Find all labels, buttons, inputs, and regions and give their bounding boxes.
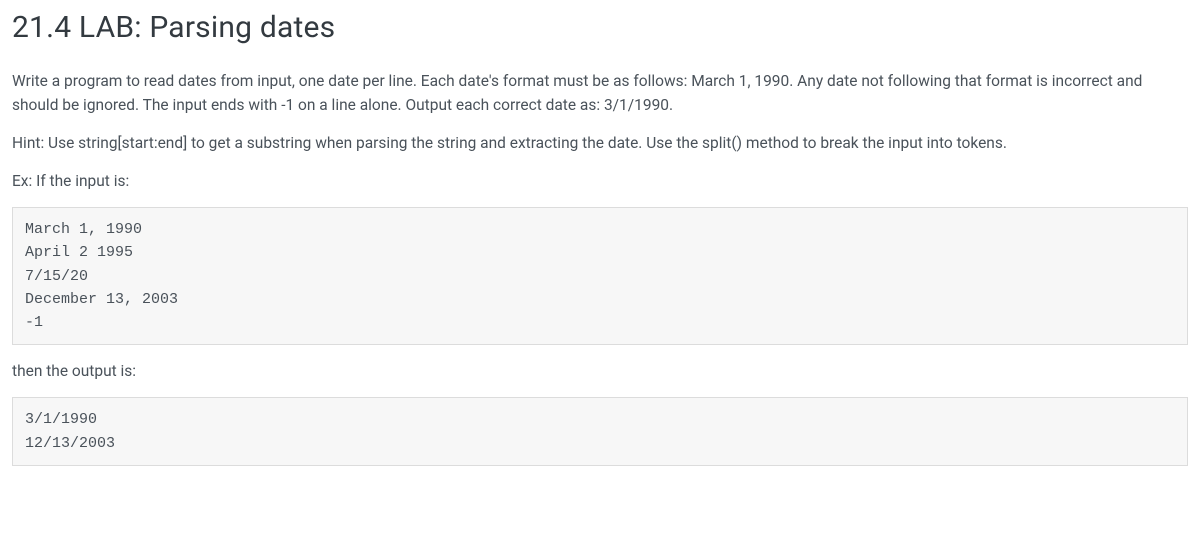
example-intro: Ex: If the input is: bbox=[12, 169, 1188, 193]
hint-paragraph: Hint: Use string[start:end] to get a sub… bbox=[12, 131, 1188, 155]
input-code-block: March 1, 1990 April 2 1995 7/15/20 Decem… bbox=[12, 207, 1188, 345]
output-code-block: 3/1/1990 12/13/2003 bbox=[12, 397, 1188, 466]
instruction-paragraph: Write a program to read dates from input… bbox=[12, 69, 1188, 117]
page-title: 21.4 LAB: Parsing dates bbox=[12, 10, 1188, 45]
output-intro: then the output is: bbox=[12, 359, 1188, 383]
